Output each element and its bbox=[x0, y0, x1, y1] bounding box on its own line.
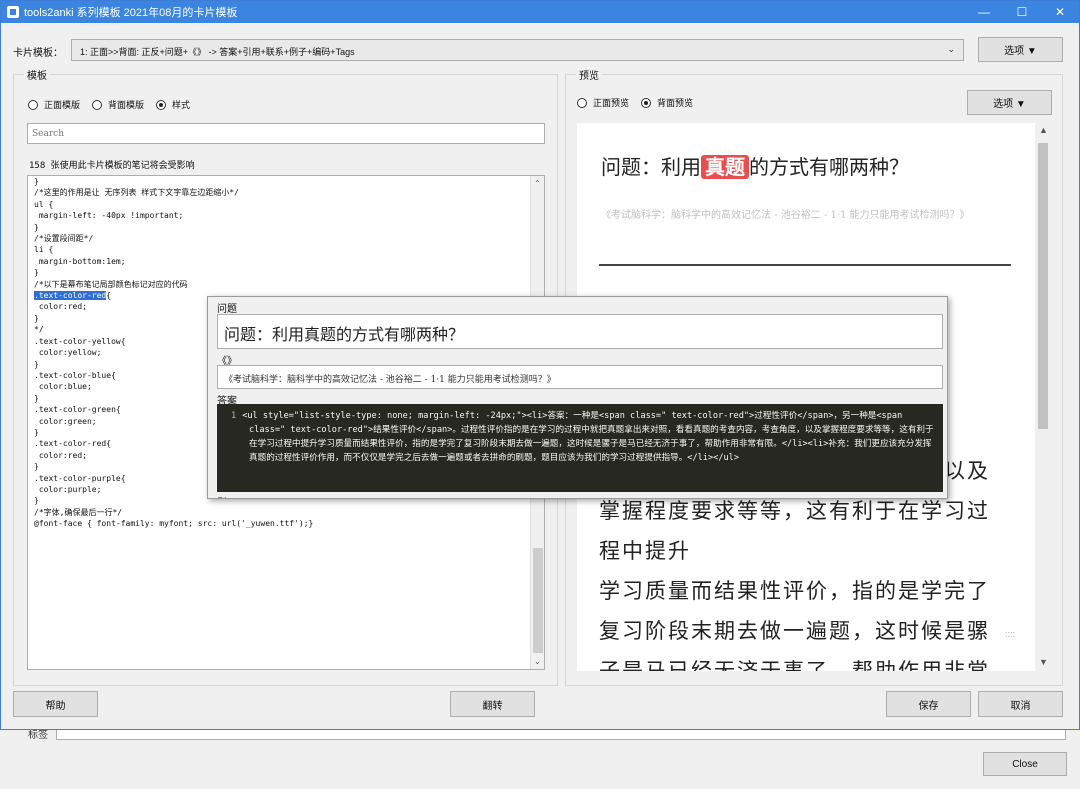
card-template-window: tools2anki 系列模板 2021年08月的卡片模板 — ☐ ✕ 卡片模板… bbox=[0, 0, 1080, 730]
code-line: ul { bbox=[34, 199, 54, 209]
field-question[interactable]: 问题：利用真题的方式有哪两种？ bbox=[217, 314, 943, 349]
template-group-title: 模板 bbox=[24, 67, 50, 82]
minimize-icon[interactable]: — bbox=[965, 1, 1003, 23]
flip-button[interactable]: 翻转 bbox=[450, 691, 535, 717]
cancel-button[interactable]: 取消 bbox=[978, 691, 1063, 717]
search-input[interactable] bbox=[27, 123, 545, 144]
close-icon[interactable]: ✕ bbox=[1041, 1, 1079, 23]
preview-options-button[interactable]: 选项 ▼ bbox=[967, 90, 1052, 115]
answer-line: 复习阶段末期去做一遍题，这时候是骡 bbox=[599, 611, 1011, 651]
template-radio-group: 正面模版 背面模版 样式 bbox=[28, 98, 202, 111]
resize-grip: :::: bbox=[1005, 629, 1016, 639]
background-tags-field[interactable] bbox=[56, 730, 1066, 740]
field-source[interactable]: 《考试脑科学：脑科学中的高效记忆法 - 池谷裕二 - 1·1 能力只能用考试检测… bbox=[217, 365, 943, 389]
title-bar: tools2anki 系列模板 2021年08月的卡片模板 — ☐ ✕ bbox=[1, 1, 1079, 23]
affected-notes-count: 158 张使用此卡片模板的笔记将会受影响 bbox=[29, 161, 195, 171]
preview-reference: 《考试脑科学：脑科学中的高效记忆法 - 池谷裕二 - 1·1 能力只能用考试检测… bbox=[601, 210, 970, 221]
code-line: li { bbox=[34, 245, 54, 255]
radio-icon bbox=[92, 99, 103, 110]
card-template-label: 卡片模板： bbox=[13, 48, 63, 59]
field-answer-code[interactable]: 1 <ul style="list-style-type: none; margi… bbox=[217, 404, 943, 492]
answer-line: 子是马已经无济于事了，帮助作用非常 bbox=[599, 651, 1011, 671]
card-options-button[interactable]: 选项 ▼ bbox=[978, 37, 1063, 62]
radio-back-template[interactable]: 背面模版 bbox=[92, 98, 144, 111]
card-template-row: 卡片模板： 1: 正面>>背面: 正反+问题+《》 -> 答案+引用+联系+例子… bbox=[1, 37, 1079, 63]
radio-icon bbox=[577, 97, 587, 108]
preview-question: 问题：利用 真题 的方式有哪两种？ bbox=[601, 155, 909, 179]
code-line: /*以下是幕布笔记局部颜色标记对应的代码 bbox=[34, 279, 188, 289]
scroll-up-icon[interactable]: ⌃ bbox=[534, 179, 541, 188]
help-button[interactable]: 帮助 bbox=[13, 691, 98, 717]
save-button[interactable]: 保存 bbox=[886, 691, 971, 717]
background-window: 标签 Close bbox=[0, 730, 1080, 789]
scrollbar-thumb[interactable] bbox=[1038, 143, 1048, 429]
answer-text: 学习质量而结果性评价，指的是学完了 bbox=[599, 579, 990, 603]
code-line: } bbox=[34, 268, 39, 278]
preview-divider bbox=[599, 264, 1011, 266]
field-label-question: 问题 bbox=[217, 304, 237, 315]
window-title: tools2anki 系列模板 2021年08月的卡片模板 bbox=[24, 7, 238, 19]
radio-icon bbox=[28, 99, 38, 110]
radio-style[interactable]: 样式 bbox=[156, 98, 190, 111]
preview-radio-group: 正面预览 背面预览 bbox=[577, 96, 705, 109]
close-button[interactable]: Close bbox=[983, 752, 1067, 776]
card-template-selected: 1: 正面>>背面: 正反+问题+《》 -> 答案+引用+联系+例子+编码+Ta… bbox=[80, 47, 355, 57]
radio-checked-icon bbox=[156, 99, 167, 110]
code-line: /*这里的作用是让 无序列表 样式下文字靠左边距缩小*/ bbox=[34, 188, 239, 198]
chevron-down-icon: ⌄ bbox=[947, 44, 955, 54]
code-line: /*设置段间距*/ bbox=[34, 234, 94, 244]
field-preview-popup: 问题 问题：利用真题的方式有哪两种？ 《》 《考试脑科学：脑科学中的高效记忆法 … bbox=[207, 296, 948, 499]
code-line: @font-face { font-family: myfont; src: u… bbox=[34, 519, 314, 529]
answer-line: 学习质量而结果性评价，指的是学完了 bbox=[599, 571, 1011, 611]
scroll-down-icon[interactable]: ⌄ bbox=[534, 657, 541, 666]
answer-text: 子是马已经无济于事了，帮助作用非常 bbox=[599, 659, 990, 671]
maximize-icon[interactable]: ☐ bbox=[1003, 1, 1041, 23]
preview-group-title: 预览 bbox=[576, 67, 602, 82]
radio-checked-icon bbox=[641, 97, 652, 108]
radio-front-preview[interactable]: 正面预览 bbox=[577, 96, 629, 109]
radio-back-preview[interactable]: 背面预览 bbox=[641, 96, 693, 109]
code-line: /*字体,确保最后一行*/ bbox=[34, 507, 123, 517]
answer-text: 复习阶段末期去做一遍题，这时候是骡 bbox=[599, 619, 990, 643]
code-line: margin-left: -40px !important; bbox=[34, 211, 184, 221]
code-line: } bbox=[34, 177, 39, 186]
preview-scrollbar[interactable]: ▲ ▼ bbox=[1035, 123, 1051, 671]
radio-front-template[interactable]: 正面模版 bbox=[28, 98, 80, 111]
code-line: } bbox=[34, 222, 39, 232]
scroll-up-icon[interactable]: ▲ bbox=[1039, 125, 1048, 135]
code-line: margin-bottom:1em; bbox=[34, 256, 126, 266]
app-icon bbox=[7, 6, 19, 18]
scrollbar-thumb[interactable] bbox=[533, 548, 543, 653]
field-label-quote: 引用 bbox=[217, 494, 237, 498]
answer-code-text: <ul style="list-style-type: none; margin… bbox=[242, 411, 934, 463]
scroll-down-icon[interactable]: ▼ bbox=[1039, 657, 1048, 667]
line-number: 1 bbox=[231, 411, 237, 421]
highlight-word: 真题 bbox=[701, 155, 749, 179]
card-template-select[interactable]: 1: 正面>>背面: 正反+问题+《》 -> 答案+引用+联系+例子+编码+Ta… bbox=[71, 39, 964, 61]
